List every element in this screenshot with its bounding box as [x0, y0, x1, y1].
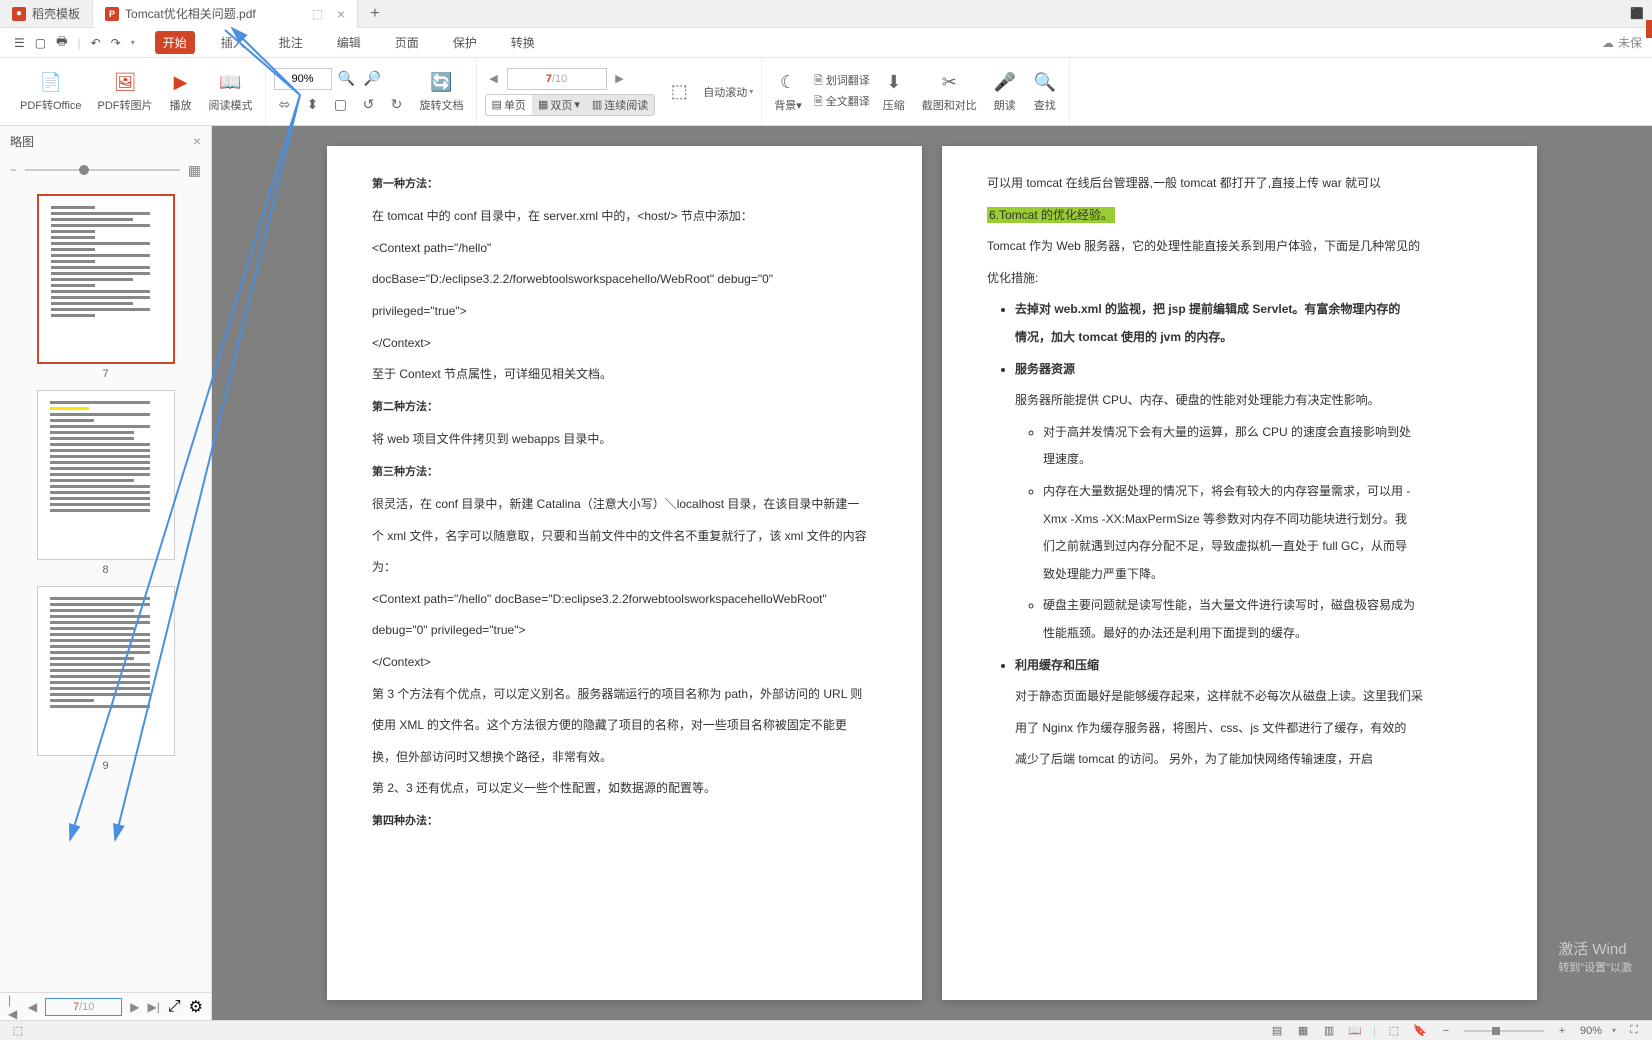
- actual-size-icon[interactable]: ▢: [330, 94, 352, 116]
- zoom-input[interactable]: [274, 68, 332, 90]
- zoom-slider[interactable]: [1464, 1030, 1544, 1032]
- sidebar-title: 略图: [10, 133, 34, 150]
- activation-watermark: 激活 Wind 转到"设置"以激: [1558, 938, 1632, 975]
- menu-edit[interactable]: 编辑: [329, 31, 369, 54]
- pdf-icon: P: [105, 7, 119, 21]
- read-aloud-button[interactable]: 🎤 朗读: [989, 69, 1021, 115]
- open-icon[interactable]: ▢: [35, 36, 46, 50]
- moon-icon: ☾: [776, 71, 800, 95]
- settings-icon[interactable]: ⚙: [189, 997, 203, 1017]
- find-button[interactable]: 🔍 查找: [1029, 69, 1061, 115]
- divider: |: [77, 36, 80, 50]
- fit-width-icon[interactable]: ⬄: [274, 94, 296, 116]
- page-8: 可以用 tomcat 在线后台管理器,一般 tomcat 都打开了,直接上传 w…: [942, 146, 1537, 1000]
- full-translate-button[interactable]: 🗎 全文翻译: [814, 93, 870, 112]
- wps-icon: ●: [12, 7, 26, 21]
- menu-start[interactable]: 开始: [155, 31, 195, 54]
- zoom-out-icon[interactable]: 🔎: [362, 68, 384, 90]
- continuous-read-button[interactable]: ▥ 连续阅读: [586, 95, 654, 115]
- tab-templates[interactable]: ● 稻壳模板: [0, 0, 93, 28]
- zoom-in-icon[interactable]: 🔍: [336, 68, 358, 90]
- zoom-minus-icon[interactable]: −: [1438, 1023, 1454, 1039]
- thumbnail-page-7[interactable]: 7: [37, 194, 175, 380]
- dropdown-icon[interactable]: ▾: [131, 38, 135, 47]
- rotate-left-icon[interactable]: ↺: [358, 94, 380, 116]
- play-button[interactable]: ▶ 播放: [165, 69, 197, 115]
- thumbnail-page-9[interactable]: 9: [37, 586, 175, 772]
- first-page-icon[interactable]: |◀: [8, 993, 20, 1021]
- view-mode-3-icon[interactable]: ▥: [1321, 1023, 1337, 1039]
- last-page-icon[interactable]: ▶|: [147, 1000, 159, 1014]
- play-icon: ▶: [169, 71, 193, 95]
- single-page-button[interactable]: ▤ 单页: [486, 95, 532, 115]
- fullscreen-icon[interactable]: ⛶: [1626, 1023, 1642, 1039]
- next-page-icon[interactable]: ▶: [611, 68, 629, 90]
- bookmark-icon: ⬚: [667, 80, 691, 104]
- app-indicator: ⬛: [1630, 7, 1652, 20]
- crop-compare-button[interactable]: ✂ 截图和对比: [918, 69, 981, 115]
- thumb-page-input[interactable]: 7/10: [45, 998, 122, 1016]
- rotate-icon: 🔄: [430, 71, 454, 95]
- view-mode-4-icon[interactable]: 📖: [1347, 1023, 1363, 1039]
- search-icon: 🔍: [1033, 71, 1057, 95]
- redo-icon[interactable]: ↷: [111, 36, 121, 50]
- tab-label: Tomcat优化相关问题.pdf: [125, 5, 256, 22]
- notification-badge: [1646, 20, 1652, 38]
- rotate-doc-button[interactable]: 🔄 旋转文档: [416, 69, 468, 115]
- bookmark-icon[interactable]: 🔖: [1412, 1023, 1428, 1039]
- close-sidebar-icon[interactable]: ×: [193, 133, 201, 149]
- prev-page-icon[interactable]: ◀: [28, 1000, 37, 1014]
- double-page-button[interactable]: ▦ 双页▾: [532, 95, 586, 115]
- image-icon: 🖼: [113, 71, 137, 95]
- zoom-level[interactable]: 90%: [1580, 1025, 1602, 1037]
- compress-icon: ⬇: [882, 71, 906, 95]
- grid-icon[interactable]: ▦: [188, 162, 201, 179]
- tab-label: 稻壳模板: [32, 5, 80, 22]
- document-area[interactable]: 第一种方法： 在 tomcat 中的 conf 目录中，在 server.xml…: [212, 126, 1652, 1020]
- word-translate-button[interactable]: 🗎 划词翻译: [814, 72, 870, 91]
- zoom-out-thumb-icon[interactable]: −: [10, 163, 17, 177]
- menu-page[interactable]: 页面: [387, 31, 427, 54]
- close-icon[interactable]: ×: [337, 6, 345, 22]
- view-mode-2-icon[interactable]: ▦: [1295, 1023, 1311, 1039]
- mic-icon: 🎤: [993, 71, 1017, 95]
- next-page-icon[interactable]: ▶: [130, 1000, 139, 1014]
- compress-button[interactable]: ⬇ 压缩: [878, 69, 910, 115]
- menu-protect[interactable]: 保护: [445, 31, 485, 54]
- thumb-slider[interactable]: [25, 169, 180, 171]
- quick-access-icon[interactable]: ⬚: [10, 1023, 26, 1039]
- expand-icon[interactable]: ⤢: [168, 998, 181, 1016]
- menu-annotate[interactable]: 批注: [271, 31, 311, 54]
- background-button[interactable]: ☾ 背景▾: [770, 69, 806, 115]
- page-input[interactable]: 7 /10: [507, 68, 607, 90]
- print-icon[interactable]: 🖶: [56, 32, 67, 53]
- thumbnail-page-8[interactable]: 8: [37, 390, 175, 576]
- zoom-plus-icon[interactable]: +: [1554, 1023, 1570, 1039]
- cloud-icon[interactable]: ☁: [1602, 36, 1614, 50]
- book-icon: 📖: [219, 71, 243, 95]
- rotate-right-icon[interactable]: ↻: [386, 94, 408, 116]
- prev-page-icon[interactable]: ◀: [485, 68, 503, 90]
- undo-icon[interactable]: ↶: [91, 36, 101, 50]
- fit-page-icon[interactable]: ⬍: [302, 94, 324, 116]
- convert-icon: 📄: [39, 71, 63, 95]
- new-tab-button[interactable]: +: [358, 5, 391, 23]
- menu-convert[interactable]: 转换: [503, 31, 543, 54]
- pdf-to-office-button[interactable]: 📄 PDF转Office: [16, 69, 86, 115]
- view-mode-1-icon[interactable]: ▤: [1269, 1023, 1285, 1039]
- thumbnail-icon[interactable]: ⬚: [1386, 1023, 1402, 1039]
- save-status: 未保: [1618, 34, 1642, 51]
- tab-document[interactable]: P Tomcat优化相关问题.pdf ⬚ ×: [93, 0, 358, 28]
- auto-scroll-button[interactable]: 自动滚动 ▾: [703, 84, 753, 100]
- page-7: 第一种方法： 在 tomcat 中的 conf 目录中，在 server.xml…: [327, 146, 922, 1000]
- float-icon[interactable]: ⬚: [312, 7, 323, 21]
- read-mode-button[interactable]: 📖 阅读模式: [205, 69, 257, 115]
- bookmark-nav-button[interactable]: ⬚: [663, 78, 695, 106]
- crop-icon: ✂: [937, 71, 961, 95]
- pdf-to-image-button[interactable]: 🖼 PDF转图片: [94, 69, 157, 115]
- menu-icon[interactable]: ☰: [14, 36, 25, 50]
- menu-insert[interactable]: 插入: [213, 31, 253, 54]
